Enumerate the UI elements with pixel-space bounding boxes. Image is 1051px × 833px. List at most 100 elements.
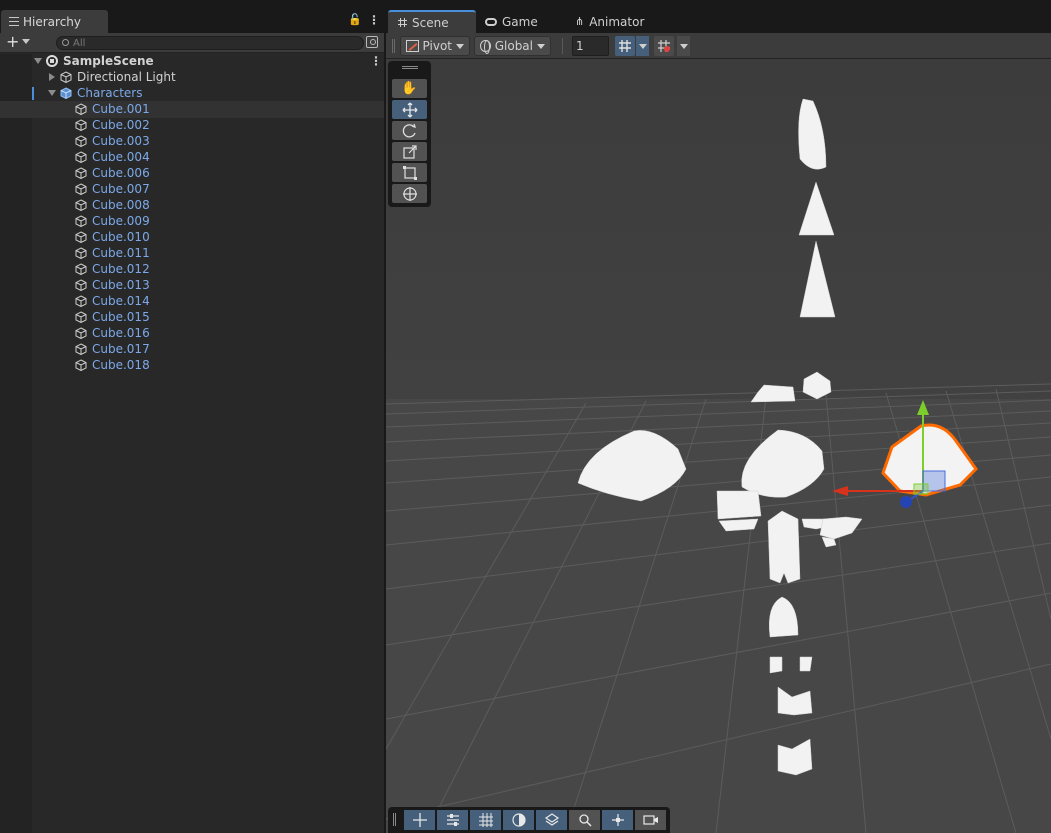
hierarchy-child-label: Cube.014 [92, 294, 150, 308]
rotate-icon [402, 123, 416, 137]
lock-icon[interactable]: 🔓 [348, 13, 362, 26]
grid-snap-icon [619, 40, 631, 52]
camera-icon [642, 815, 658, 825]
chevron-down-icon [456, 43, 464, 49]
hierarchy-child-row[interactable]: Cube.016 [75, 325, 150, 341]
tool-settings-button[interactable] [437, 810, 468, 830]
layers-button[interactable] [536, 810, 567, 830]
animator-icon: ⋔ [575, 15, 585, 28]
shading-button[interactable] [503, 810, 534, 830]
hand-tool-button[interactable]: ✋ [392, 79, 427, 98]
hierarchy-child-row[interactable]: Cube.011 [75, 245, 150, 261]
tools-overlay: ✋ [388, 61, 431, 207]
scene-name: SampleScene [63, 54, 154, 68]
hierarchy-child-row[interactable]: Cube.001 [75, 101, 150, 117]
hand-icon: ✋ [401, 81, 418, 96]
hierarchy-child-row[interactable]: Cube.004 [75, 149, 150, 165]
scene-row[interactable]: SampleScene [34, 53, 154, 69]
hierarchy-child-label: Cube.016 [92, 326, 150, 340]
hierarchy-gutter [0, 54, 32, 833]
grid-button[interactable] [470, 810, 501, 830]
sliders-icon [446, 814, 459, 826]
hierarchy-child-row[interactable]: Cube.002 [75, 117, 150, 133]
hierarchy-child-row[interactable]: Cube.007 [75, 181, 150, 197]
grid-snap-toggle[interactable] [615, 36, 635, 56]
global-dropdown[interactable]: Global [474, 36, 551, 56]
pivot-dropdown[interactable]: Pivot [400, 36, 470, 56]
scene-tabbar: Scene Game ⋔ Animator [386, 0, 1051, 33]
foldout-open-icon[interactable] [34, 58, 42, 64]
hierarchy-child-label: Cube.017 [92, 342, 150, 356]
rect-icon [402, 165, 417, 180]
pivot-icon [406, 40, 419, 52]
overlay-grip[interactable] [402, 66, 418, 69]
overlay-grip[interactable] [393, 813, 396, 826]
tab-game[interactable]: Game [485, 10, 538, 33]
cube-icon [75, 311, 87, 323]
move-mode-button[interactable] [404, 810, 435, 830]
tab-label: Game [502, 14, 538, 29]
hierarchy-item-label: Directional Light [77, 70, 176, 84]
cube-icon [75, 103, 87, 115]
tab-animator[interactable]: ⋔ Animator [575, 10, 644, 33]
foldout-closed-icon[interactable] [49, 73, 55, 81]
tab-scene[interactable]: Scene [388, 10, 476, 33]
scene-menu-icon[interactable]: ⋮ [370, 54, 382, 68]
increment-snap-icon [658, 40, 670, 52]
foldout-open-icon[interactable] [48, 90, 56, 96]
snap-increment-field[interactable] [572, 36, 609, 56]
more-options-icon[interactable]: ⋮ [368, 13, 380, 27]
rotate-tool-button[interactable] [392, 121, 427, 140]
hierarchy-child-label: Cube.010 [92, 230, 150, 244]
cube-icon [75, 263, 87, 275]
toolbar-grip[interactable] [392, 39, 395, 53]
hierarchy-child-row[interactable]: Cube.014 [75, 293, 150, 309]
search-input[interactable] [73, 37, 353, 49]
hierarchy-child-row[interactable]: Cube.008 [75, 197, 150, 213]
move-tool-button[interactable] [392, 100, 427, 119]
hierarchy-child-label: Cube.018 [92, 358, 150, 372]
shading-sphere-icon [511, 813, 526, 827]
hierarchy-toolbar: + [0, 33, 384, 53]
hierarchy-item-characters[interactable]: Characters [48, 85, 143, 101]
scene-viewport[interactable] [386, 59, 1051, 833]
hierarchy-child-row[interactable]: Cube.006 [75, 165, 150, 181]
search-icon [62, 39, 69, 46]
hierarchy-child-row[interactable]: Cube.009 [75, 213, 150, 229]
create-button[interactable]: + [6, 34, 19, 50]
chevron-down-icon [679, 43, 688, 49]
cube-icon [75, 231, 87, 243]
hierarchy-child-row[interactable]: Cube.012 [75, 261, 150, 277]
hierarchy-child-row[interactable]: Cube.010 [75, 229, 150, 245]
search-field[interactable] [56, 36, 364, 50]
hierarchy-child-label: Cube.013 [92, 278, 150, 292]
tab-hierarchy[interactable]: Hierarchy [1, 10, 108, 33]
tab-label: Animator [589, 14, 645, 29]
gameobject-icon [60, 71, 72, 83]
increment-snap-dropdown[interactable] [677, 36, 690, 56]
list-icon [9, 17, 19, 26]
scene-search-icon[interactable] [366, 36, 378, 48]
chevron-down-icon[interactable] [22, 39, 30, 44]
hierarchy-item-directional-light[interactable]: Directional Light [48, 69, 176, 85]
search-scene-button[interactable] [569, 810, 600, 830]
camera-button[interactable] [635, 810, 666, 830]
increment-snap-toggle[interactable] [654, 36, 674, 56]
hierarchy-panel: Hierarchy 🔓 ⋮ + SampleScene ⋮ Directiona… [0, 0, 384, 833]
hierarchy-child-label: Cube.003 [92, 134, 150, 148]
grid-snap-dropdown[interactable] [636, 36, 649, 56]
scale-tool-button[interactable] [392, 142, 427, 161]
hierarchy-child-row[interactable]: Cube.017 [75, 341, 150, 357]
hierarchy-child-row[interactable]: Cube.015 [75, 309, 150, 325]
cube-icon [75, 279, 87, 291]
gizmos-button[interactable] [602, 810, 633, 830]
hierarchy-child-row[interactable]: Cube.018 [75, 357, 150, 373]
hierarchy-child-label: Cube.012 [92, 262, 150, 276]
globe-icon [480, 40, 491, 54]
hierarchy-child-label: Cube.006 [92, 166, 150, 180]
rect-tool-button[interactable] [392, 163, 427, 182]
gizmo-axes-icon [611, 814, 624, 826]
hierarchy-child-row[interactable]: Cube.003 [75, 133, 150, 149]
hierarchy-child-row[interactable]: Cube.013 [75, 277, 150, 293]
transform-tool-button[interactable] [392, 184, 427, 203]
